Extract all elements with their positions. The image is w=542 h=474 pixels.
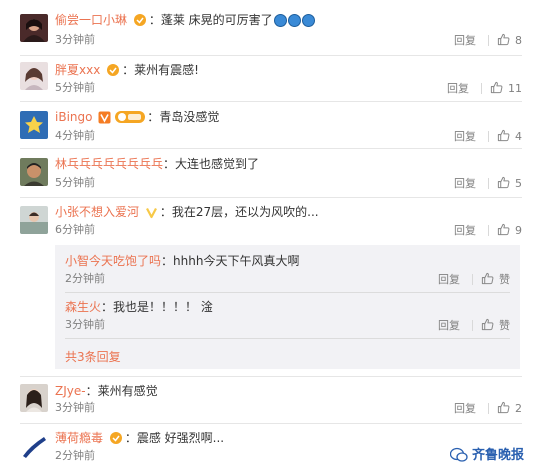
- avatar[interactable]: [20, 111, 48, 139]
- comment-time: 3分钟前: [55, 401, 95, 414]
- thumbs-up-icon[interactable]: [490, 81, 503, 98]
- like-count: 5: [515, 177, 522, 190]
- emoji-icon: [273, 14, 287, 27]
- username[interactable]: 小智今天吃饱了吗: [65, 254, 161, 268]
- avatar[interactable]: [20, 432, 48, 460]
- avatar[interactable]: [20, 14, 48, 42]
- reply-button[interactable]: 回复: [454, 34, 476, 48]
- member-badge-icon: [115, 110, 146, 128]
- wechat-logo-icon: [449, 447, 468, 467]
- comment-text: hhhh今天下午风真大啊: [173, 254, 300, 268]
- thumbs-up-icon[interactable]: [497, 33, 510, 50]
- comment-time: 3分钟前: [55, 33, 95, 46]
- watermark-text: 齐鲁晚报: [471, 448, 524, 463]
- thumbs-up-icon[interactable]: [497, 223, 510, 240]
- comment-text: 莱州有震感!: [134, 63, 199, 77]
- comment-text: 莱州有感觉: [97, 384, 158, 398]
- like-count: 2: [515, 402, 522, 415]
- username[interactable]: 薄荷瘾毒: [55, 431, 103, 445]
- avatar[interactable]: [20, 158, 48, 186]
- thumbs-up-icon[interactable]: [481, 272, 494, 289]
- verified-badge-icon: [145, 206, 158, 223]
- avatar[interactable]: [20, 62, 48, 90]
- fan-badge-icon: [106, 63, 120, 81]
- reply-item: 小智今天吃饱了吗：hhhh今天下午风真大啊 2分钟前 回复赞: [65, 251, 520, 289]
- comment-item: 小张不想入爱河 ：我在27层，还以为风吹的... 6分钟前 回复 9: [0, 200, 542, 242]
- reply-button[interactable]: 回复: [454, 130, 476, 144]
- comment-time: 6分钟前: [55, 223, 95, 236]
- thumbs-up-icon[interactable]: [497, 176, 510, 193]
- thumbs-up-icon[interactable]: [481, 318, 494, 335]
- reply-item: 森生火：我也是！！！！ 淦 3分钟前 回复赞: [65, 297, 520, 335]
- comment-text: 我也是！！！！ 淦: [113, 300, 213, 314]
- comment-item: 偷尝一口小琳 ：蓬莱 床晃的可厉害了 3分钟前 回复 8: [0, 8, 542, 50]
- like-count: 9: [515, 224, 522, 237]
- comment-time: 3分钟前: [65, 318, 105, 331]
- comment-text: 大连也感觉到了: [175, 157, 260, 171]
- reply-button[interactable]: 回复: [454, 224, 476, 238]
- comment-item: iBingo ：青岛没感觉 4分钟前 回复 4: [0, 105, 542, 147]
- replies-panel: 小智今天吃饱了吗：hhhh今天下午风真大啊 2分钟前 回复赞 森生火：我也是！！…: [55, 245, 520, 369]
- like-count: 4: [515, 130, 522, 143]
- comment-item: 胖夏xxx ：莱州有震感! 5分钟前 回复 11: [0, 58, 542, 100]
- thumbs-up-icon[interactable]: [497, 401, 510, 418]
- avatar[interactable]: [20, 206, 48, 234]
- verified-badge-icon: [98, 111, 111, 128]
- view-all-replies-link[interactable]: 共3条回复: [65, 348, 121, 365]
- emoji-icon: [287, 14, 301, 27]
- fan-badge-icon: [109, 431, 123, 449]
- like-label[interactable]: 赞: [499, 273, 510, 286]
- username[interactable]: 小张不想入爱河: [55, 205, 139, 219]
- reply-button[interactable]: 回复: [438, 319, 460, 333]
- watermark: 齐鲁晚报: [449, 444, 524, 467]
- fan-badge-icon: [133, 13, 147, 31]
- reply-button[interactable]: 回复: [438, 273, 460, 287]
- comment-text: 我在27层，还以为风吹的...: [171, 205, 319, 219]
- comment-item: ZJye-：莱州有感觉 3分钟前 回复 2: [0, 380, 542, 422]
- comment-time: 5分钟前: [55, 176, 95, 189]
- comment-text: 蓬莱 床晃的可厉害了: [160, 13, 273, 27]
- thumbs-up-icon[interactable]: [497, 129, 510, 146]
- username[interactable]: iBingo: [55, 110, 92, 124]
- username[interactable]: 偷尝一口小琳: [55, 13, 127, 27]
- comment-time: 4分钟前: [55, 129, 95, 142]
- reply-button[interactable]: 回复: [454, 177, 476, 191]
- reply-button[interactable]: 回复: [447, 82, 469, 96]
- like-label[interactable]: 赞: [499, 319, 510, 332]
- emoji-icon: [301, 14, 315, 27]
- username[interactable]: 胖夏xxx: [55, 63, 100, 77]
- comment-item: 林乓乓乓乓乓乓乓乓：大连也感觉到了 5分钟前 回复 5: [0, 152, 542, 194]
- comment-time: 5分钟前: [55, 81, 95, 94]
- avatar[interactable]: [20, 384, 48, 412]
- username[interactable]: 森生火: [65, 300, 101, 314]
- reply-button[interactable]: 回复: [454, 402, 476, 416]
- comment-time: 2分钟前: [55, 449, 95, 462]
- comment-text: 震感 好强烈啊...: [136, 431, 225, 445]
- like-count: 11: [508, 82, 522, 95]
- username[interactable]: ZJye-: [55, 384, 86, 398]
- like-count: 8: [515, 34, 522, 47]
- comment-time: 2分钟前: [65, 272, 105, 285]
- username[interactable]: 林乓乓乓乓乓乓乓乓: [55, 157, 163, 171]
- comment-text: 青岛没感觉: [159, 110, 220, 124]
